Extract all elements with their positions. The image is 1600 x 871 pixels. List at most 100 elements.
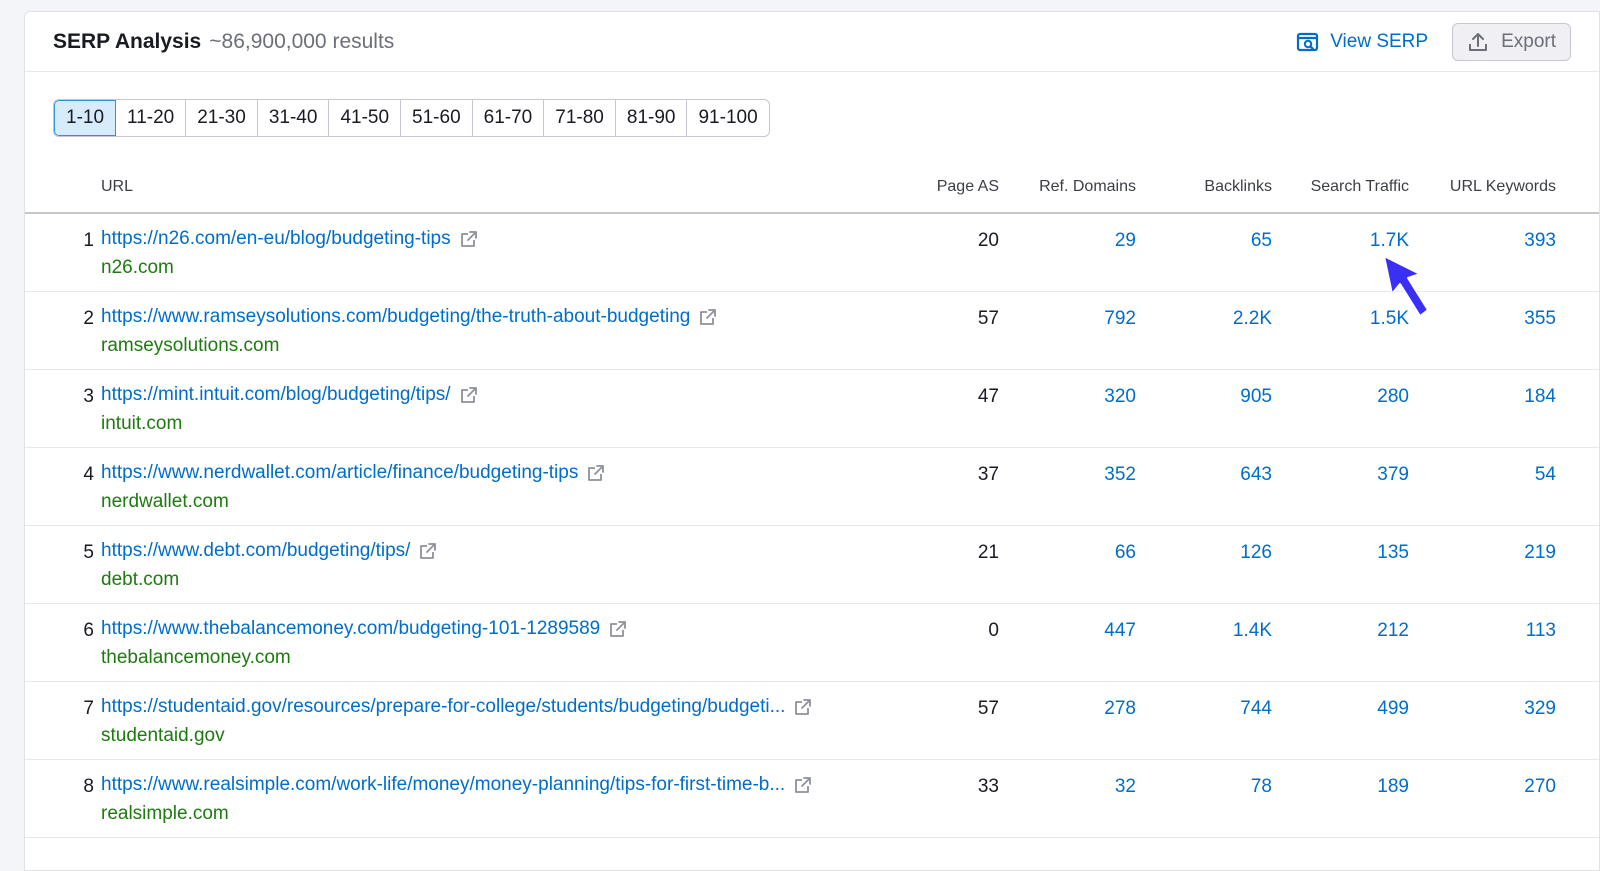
page-as-value: 20 xyxy=(977,230,999,251)
page-as-value: 47 xyxy=(977,386,999,407)
row-number: 1 xyxy=(83,230,94,251)
backlinks-link[interactable]: 643 xyxy=(1240,464,1272,486)
table-row: 3 https://mint.intuit.com/blog/budgeting/… xyxy=(25,370,1599,448)
url-line: https://studentaid.gov/resources/prepare… xyxy=(101,696,813,718)
page-range-button[interactable]: 11-20 xyxy=(116,100,187,136)
page-as-value: 57 xyxy=(977,308,999,329)
upload-icon xyxy=(1467,31,1489,53)
backlinks-link[interactable]: 905 xyxy=(1240,386,1272,408)
search-traffic-link[interactable]: 135 xyxy=(1377,542,1409,564)
view-serp-button[interactable]: View SERP xyxy=(1296,31,1428,53)
search-traffic-link[interactable]: 280 xyxy=(1377,386,1409,408)
url-line: https://mint.intuit.com/blog/budgeting/t… xyxy=(101,384,479,406)
results-count: ~86,900,000 results xyxy=(209,29,395,53)
external-link-icon[interactable] xyxy=(793,697,813,717)
search-traffic-link[interactable]: 212 xyxy=(1377,620,1409,642)
url-keywords-link[interactable]: 184 xyxy=(1524,386,1556,408)
row-number: 5 xyxy=(83,542,94,563)
ref-domains-link[interactable]: 447 xyxy=(1104,620,1136,642)
result-domain: thebalancemoney.com xyxy=(101,647,291,668)
url-line: https://www.realsimple.com/work-life/mon… xyxy=(101,774,813,796)
backlinks-link[interactable]: 126 xyxy=(1240,542,1272,564)
backlinks-link[interactable]: 1.4K xyxy=(1233,620,1272,642)
result-domain: intuit.com xyxy=(101,413,183,434)
column-header-search-traffic[interactable]: Search Traffic xyxy=(1311,178,1409,196)
result-url-link[interactable]: https://www.ramseysolutions.com/budgetin… xyxy=(101,306,690,328)
ref-domains-link[interactable]: 29 xyxy=(1115,230,1136,252)
search-traffic-link[interactable]: 499 xyxy=(1377,698,1409,720)
search-traffic-link[interactable]: 1.7K xyxy=(1370,230,1409,252)
page-range-button[interactable]: 91-100 xyxy=(687,100,768,136)
result-domain: debt.com xyxy=(101,569,180,590)
result-url-link[interactable]: https://www.thebalancemoney.com/budgetin… xyxy=(101,618,600,640)
serp-preview-icon xyxy=(1296,31,1320,53)
backlinks-link[interactable]: 2.2K xyxy=(1233,308,1272,330)
table-row: 2 https://www.ramseysolutions.com/budgeti… xyxy=(25,292,1599,370)
page-range-button[interactable]: 1-10 xyxy=(54,100,117,136)
ref-domains-link[interactable]: 320 xyxy=(1104,386,1136,408)
page-range-button[interactable]: 71-80 xyxy=(544,100,616,136)
url-keywords-link[interactable]: 355 xyxy=(1524,308,1556,330)
result-url-link[interactable]: https://mint.intuit.com/blog/budgeting/t… xyxy=(101,384,451,406)
url-keywords-link[interactable]: 393 xyxy=(1524,230,1556,252)
column-header-url-keywords[interactable]: URL Keywords xyxy=(1450,178,1556,196)
ref-domains-link[interactable]: 792 xyxy=(1104,308,1136,330)
external-link-icon[interactable] xyxy=(586,463,606,483)
table-row: 8 https://www.realsimple.com/work-life/mo… xyxy=(25,760,1599,838)
result-url-link[interactable]: https://www.nerdwallet.com/article/finan… xyxy=(101,462,578,484)
page-as-value: 33 xyxy=(977,776,999,797)
result-domain: realsimple.com xyxy=(101,803,229,824)
row-number: 8 xyxy=(83,776,94,797)
url-keywords-link[interactable]: 219 xyxy=(1524,542,1556,564)
page-range-button[interactable]: 81-90 xyxy=(616,100,688,136)
url-keywords-link[interactable]: 329 xyxy=(1524,698,1556,720)
backlinks-link[interactable]: 78 xyxy=(1251,776,1272,798)
page-as-value: 37 xyxy=(977,464,999,485)
external-link-icon[interactable] xyxy=(418,541,438,561)
backlinks-link[interactable]: 65 xyxy=(1251,230,1272,252)
page-range-button[interactable]: 21-30 xyxy=(186,100,258,136)
ref-domains-link[interactable]: 278 xyxy=(1104,698,1136,720)
pagination: 1-10 11-20 21-30 31-40 41-50 51-60 61-70 71-80 8… xyxy=(53,99,770,137)
column-header-ref-domains[interactable]: Ref. Domains xyxy=(1039,178,1136,196)
row-number: 6 xyxy=(83,620,94,641)
external-link-icon[interactable] xyxy=(698,307,718,327)
row-number: 3 xyxy=(83,386,94,407)
result-url-link[interactable]: https://n26.com/en-eu/blog/budgeting-tip… xyxy=(101,228,451,250)
page-as-value: 0 xyxy=(988,620,999,641)
url-line: https://www.thebalancemoney.com/budgetin… xyxy=(101,618,628,640)
page-range-button[interactable]: 51-60 xyxy=(401,100,473,136)
backlinks-link[interactable]: 744 xyxy=(1240,698,1272,720)
url-keywords-link[interactable]: 270 xyxy=(1524,776,1556,798)
external-link-icon[interactable] xyxy=(608,619,628,639)
external-link-icon[interactable] xyxy=(793,775,813,795)
table-row: 4 https://www.nerdwallet.com/article/fina… xyxy=(25,448,1599,526)
column-header-url[interactable]: URL xyxy=(101,178,133,196)
arrow-pointer-icon xyxy=(1380,254,1440,329)
page-range-button[interactable]: 61-70 xyxy=(473,100,545,136)
row-number: 7 xyxy=(83,698,94,719)
search-traffic-link[interactable]: 189 xyxy=(1377,776,1409,798)
column-header-page-as[interactable]: Page AS xyxy=(937,178,999,196)
export-button[interactable]: Export xyxy=(1452,23,1571,61)
external-link-icon[interactable] xyxy=(459,385,479,405)
result-url-link[interactable]: https://www.debt.com/budgeting/tips/ xyxy=(101,540,410,562)
result-url-link[interactable]: https://www.realsimple.com/work-life/mon… xyxy=(101,774,785,796)
serp-analysis-panel: SERP Analysis ~86,900,000 results View S… xyxy=(24,11,1600,871)
url-keywords-link[interactable]: 113 xyxy=(1526,620,1556,642)
ref-domains-link[interactable]: 352 xyxy=(1104,464,1136,486)
view-serp-label: View SERP xyxy=(1330,31,1429,52)
external-link-icon[interactable] xyxy=(459,229,479,249)
ref-domains-link[interactable]: 66 xyxy=(1115,542,1136,564)
ref-domains-link[interactable]: 32 xyxy=(1115,776,1136,798)
search-traffic-link[interactable]: 379 xyxy=(1377,464,1409,486)
export-label: Export xyxy=(1501,31,1556,52)
column-header-backlinks[interactable]: Backlinks xyxy=(1204,178,1272,196)
header-actions: View SERP Export xyxy=(1296,12,1571,72)
url-keywords-link[interactable]: 54 xyxy=(1535,464,1556,486)
result-domain: studentaid.gov xyxy=(101,725,225,746)
page-range-button[interactable]: 41-50 xyxy=(329,100,402,136)
row-number: 4 xyxy=(83,464,94,485)
page-range-button[interactable]: 31-40 xyxy=(258,100,330,136)
result-url-link[interactable]: https://studentaid.gov/resources/prepare… xyxy=(101,696,785,718)
